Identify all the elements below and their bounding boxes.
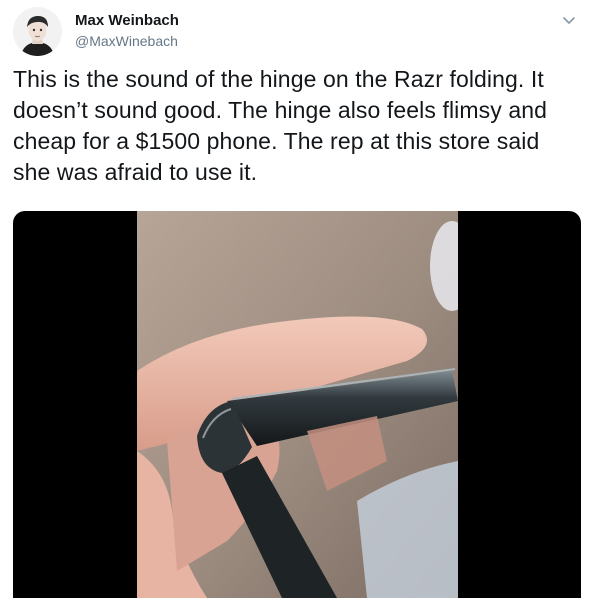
video-player[interactable] (13, 211, 581, 598)
chevron-down-icon[interactable] (559, 10, 579, 30)
author-name[interactable]: Max Weinbach (75, 12, 179, 29)
author-handle[interactable]: @MaxWinebach (75, 33, 178, 49)
avatar[interactable] (13, 7, 62, 56)
tweet-text: This is the sound of the hinge on the Ra… (13, 66, 548, 185)
tweet-card: Max Weinbach @MaxWinebach This is the so… (0, 0, 593, 598)
video-frame (137, 211, 474, 598)
avatar-image (13, 7, 62, 56)
